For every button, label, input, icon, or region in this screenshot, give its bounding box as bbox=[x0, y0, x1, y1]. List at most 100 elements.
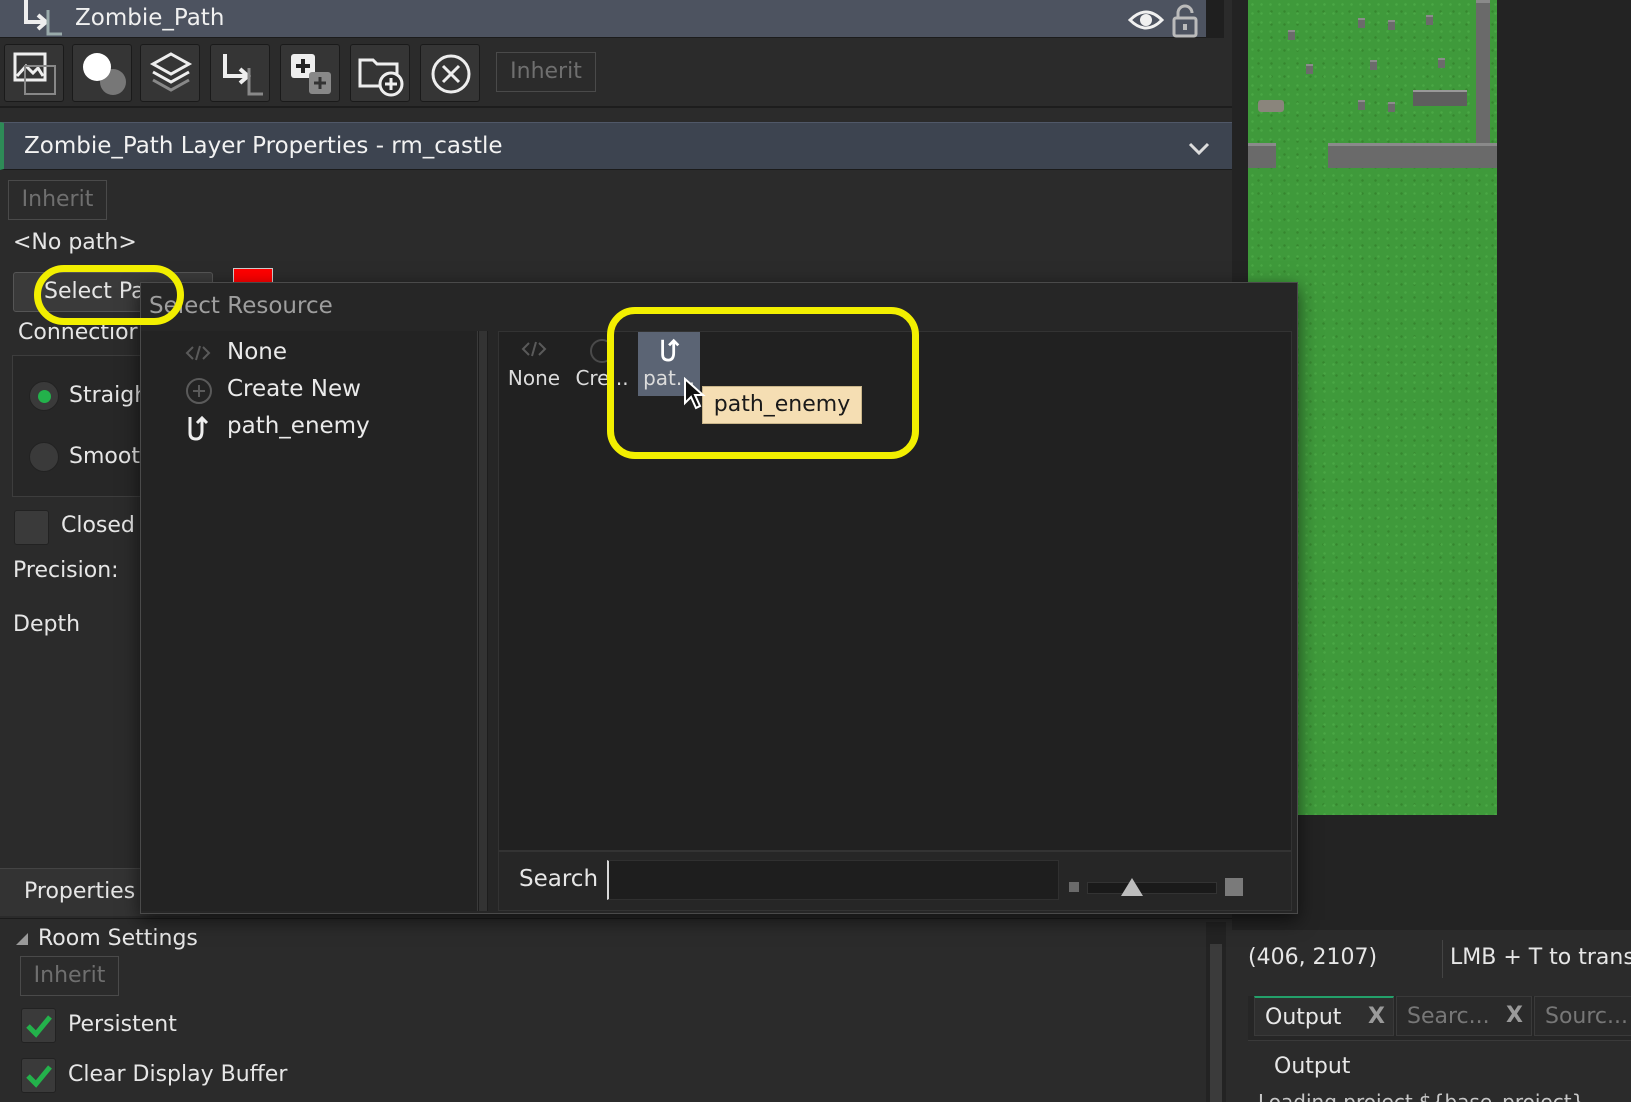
tab-source-label: Sourc... bbox=[1545, 1004, 1629, 1029]
zoom-large-icon bbox=[1225, 878, 1243, 896]
layer-name: Zombie_Path bbox=[75, 5, 225, 31]
add-asset-layer-button[interactable] bbox=[280, 44, 340, 102]
layer-header: Zombie_Path bbox=[0, 0, 1224, 38]
gravestone bbox=[1388, 20, 1395, 30]
properties-tab-label: Properties bbox=[24, 879, 136, 904]
tab-source[interactable]: Sourc... bbox=[1534, 996, 1631, 1036]
tab-output-label: Output bbox=[1265, 1005, 1342, 1030]
gravestone bbox=[1288, 30, 1295, 40]
straight-label: Straigh bbox=[69, 383, 149, 408]
resource-grid: None Cre... pat... bbox=[498, 331, 1292, 851]
connection-kind-label: Connectior bbox=[18, 320, 138, 345]
path-layer-icon bbox=[223, 54, 263, 96]
persistent-label: Persistent bbox=[68, 1012, 177, 1037]
gravestone bbox=[1438, 58, 1445, 68]
gravestone bbox=[1358, 100, 1365, 110]
cursor-coordinates: (406, 2107) bbox=[1248, 945, 1378, 970]
add-tile-layer-button[interactable] bbox=[140, 44, 200, 102]
closed-label: Closed bbox=[61, 513, 135, 538]
plus-circle-icon bbox=[590, 339, 614, 363]
current-path-value: <No path> bbox=[13, 230, 137, 255]
search-input[interactable] bbox=[607, 860, 1059, 900]
path-icon bbox=[661, 338, 680, 362]
instance-circles-icon bbox=[83, 53, 126, 95]
dialog-splitter[interactable] bbox=[478, 331, 488, 911]
gravestone bbox=[1306, 64, 1313, 74]
chevron-down-icon[interactable] bbox=[1188, 137, 1210, 162]
path-layer-icon bbox=[20, 0, 64, 42]
layer-list-scrollbar[interactable] bbox=[1206, 0, 1224, 38]
status-divider bbox=[1442, 940, 1443, 978]
add-instance-layer-button[interactable] bbox=[72, 44, 132, 102]
resource-list-create-new[interactable]: Create New bbox=[227, 376, 361, 402]
layer-toolbar: Inherit bbox=[0, 38, 1232, 108]
checkmark-icon bbox=[26, 1065, 52, 1088]
zoom-small-icon bbox=[1069, 882, 1079, 892]
rock bbox=[1258, 100, 1284, 112]
mouse-cursor-icon bbox=[683, 376, 707, 417]
plus-circle-icon bbox=[185, 377, 213, 411]
smooth-label: Smoot bbox=[69, 444, 140, 469]
inherit-layer-button[interactable]: Inherit bbox=[8, 180, 107, 220]
room-settings-label: Room Settings bbox=[38, 926, 198, 951]
smooth-radio[interactable] bbox=[29, 442, 59, 472]
inherit-room-settings-button[interactable]: Inherit bbox=[20, 956, 119, 996]
layer-properties-header[interactable]: Zombie_Path Layer Properties - rm_castle bbox=[0, 122, 1232, 170]
properties-scrollbar[interactable] bbox=[1206, 922, 1226, 1102]
layer-properties-title: Zombie_Path Layer Properties - rm_castle bbox=[24, 133, 503, 159]
resource-list-path-enemy[interactable]: path_enemy bbox=[227, 413, 370, 439]
gravestone bbox=[1358, 18, 1365, 28]
tab-search[interactable]: Searc... X bbox=[1396, 996, 1532, 1036]
persistent-checkbox[interactable] bbox=[21, 1008, 56, 1043]
resource-grid-none[interactable]: None bbox=[503, 332, 565, 396]
tab-search-label: Searc... bbox=[1407, 1004, 1490, 1029]
slider-handle[interactable] bbox=[1121, 878, 1143, 896]
resource-tree: None Create New path_enemy bbox=[141, 331, 478, 911]
scrollbar-thumb[interactable] bbox=[1210, 944, 1222, 1102]
add-asset-icon bbox=[291, 54, 331, 94]
add-background-layer-button[interactable] bbox=[4, 44, 64, 102]
add-path-layer-button[interactable] bbox=[210, 44, 270, 102]
code-icon bbox=[185, 343, 211, 368]
select-resource-dialog: Select Resource None Create New path_ene… bbox=[140, 282, 1298, 914]
rubble bbox=[1413, 90, 1467, 106]
search-label: Search bbox=[519, 866, 599, 892]
tooltip: path_enemy bbox=[702, 386, 862, 424]
icon-size-slider[interactable] bbox=[1087, 882, 1217, 894]
close-icon[interactable]: X bbox=[1368, 1004, 1385, 1029]
folder-plus-icon bbox=[358, 58, 404, 97]
closed-checkbox[interactable] bbox=[14, 510, 49, 545]
image-icon bbox=[13, 52, 56, 95]
visibility-eye-icon[interactable] bbox=[1127, 8, 1165, 38]
clear-display-buffer-label: Clear Display Buffer bbox=[68, 1062, 288, 1087]
delete-layer-button[interactable] bbox=[420, 44, 480, 102]
inherit-layers-button[interactable]: Inherit bbox=[496, 52, 596, 92]
room-settings-section[interactable]: Room Settings bbox=[16, 926, 198, 951]
tab-output[interactable]: Output X bbox=[1254, 996, 1394, 1036]
grid-item-label: None bbox=[507, 366, 561, 390]
collapse-triangle-icon bbox=[16, 933, 28, 945]
close-icon[interactable]: X bbox=[1506, 1003, 1523, 1028]
resource-list-none[interactable]: None bbox=[227, 339, 287, 365]
castle-wall bbox=[1248, 143, 1276, 168]
resource-grid-create-new[interactable]: Cre... bbox=[571, 332, 633, 396]
precision-label: Precision: bbox=[13, 558, 119, 583]
grid-item-label: Cre... bbox=[575, 366, 629, 390]
dialog-title: Select Resource bbox=[149, 293, 333, 319]
depth-label: Depth bbox=[13, 612, 81, 637]
clear-display-buffer-checkbox[interactable] bbox=[21, 1058, 56, 1093]
castle-wall bbox=[1476, 0, 1490, 145]
straight-radio[interactable] bbox=[29, 381, 59, 411]
tile-stack-icon bbox=[149, 52, 193, 92]
gravestone bbox=[1388, 102, 1395, 112]
output-log-line: Loading project ${base_project}... bbox=[1258, 1090, 1604, 1102]
castle-wall bbox=[1328, 143, 1497, 168]
path-icon bbox=[185, 413, 211, 447]
status-hint: LMB + T to trans bbox=[1450, 945, 1631, 970]
add-folder-button[interactable] bbox=[350, 44, 410, 102]
gravestone bbox=[1426, 15, 1433, 25]
output-tabs: Output X Searc... X Sourc... bbox=[1248, 996, 1631, 1040]
output-title: Output bbox=[1274, 1054, 1351, 1079]
close-circle-icon bbox=[431, 54, 471, 94]
connection-kind-group: Straigh Smoot bbox=[12, 355, 152, 497]
